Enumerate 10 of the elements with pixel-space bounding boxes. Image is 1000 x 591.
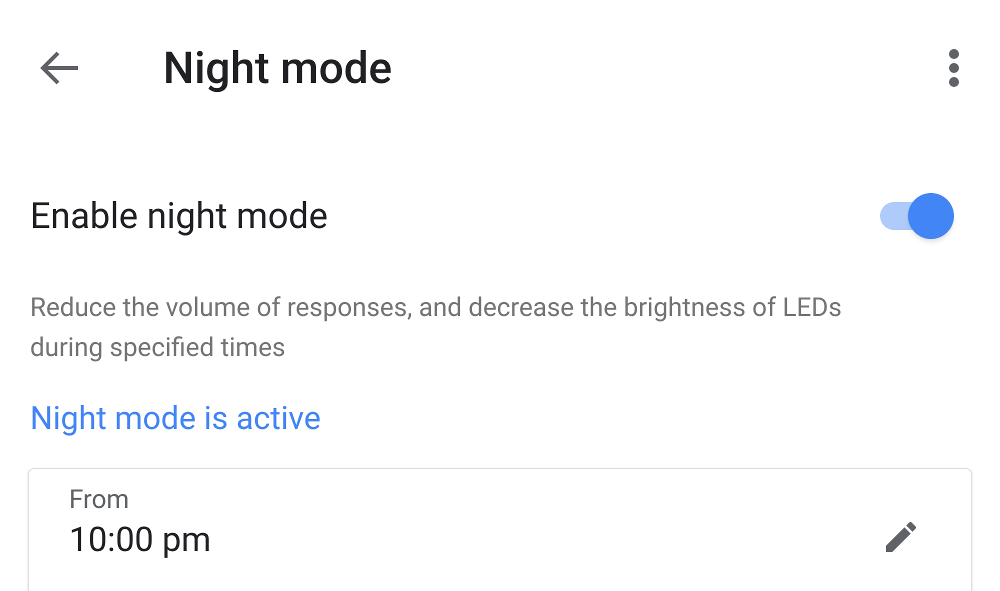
more-options-icon[interactable] bbox=[948, 48, 960, 88]
status-text: Night mode is active bbox=[29, 402, 322, 434]
page-title: Night mode bbox=[163, 46, 392, 90]
toggle-switch[interactable] bbox=[878, 192, 954, 240]
back-icon[interactable] bbox=[38, 50, 80, 86]
from-label: From bbox=[69, 487, 130, 513]
schedule-card[interactable]: From 10:00 pm bbox=[28, 468, 972, 591]
setting-label: Enable night mode bbox=[30, 198, 328, 234]
time-value: 10:00 pm bbox=[69, 523, 212, 557]
setting-description: Reduce the volume of responses, and decrease the brightness of LEDs during specified times bbox=[29, 292, 843, 365]
